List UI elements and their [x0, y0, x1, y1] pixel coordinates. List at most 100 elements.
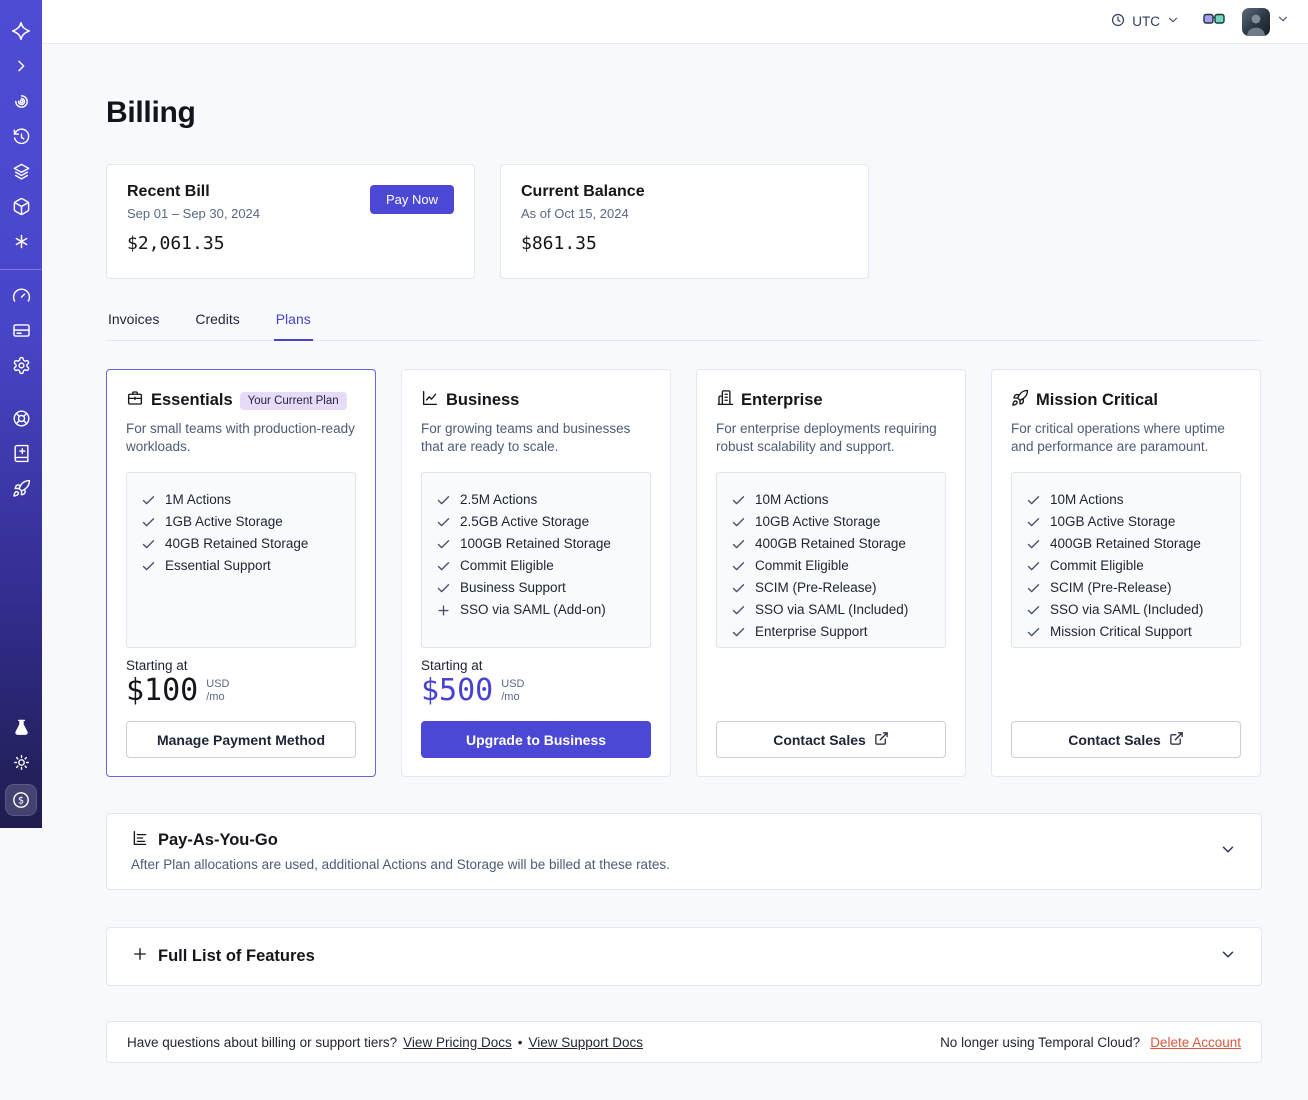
check-icon [1027, 583, 1040, 592]
plan-feature-item: SCIM (Pre-Release) [1026, 577, 1226, 599]
plan-feature-item: 2.5GB Active Storage [436, 511, 636, 533]
current-balance-card: Current Balance As of Oct 15, 2024 $861.… [500, 164, 869, 279]
footer-right-text: No longer using Temporal Cloud? [940, 1034, 1141, 1050]
plan-feature-box: 10M Actions 10GB Active Storage 400GB Reta… [1011, 472, 1241, 648]
getting-started-rocket-icon[interactable] [8, 475, 34, 501]
plan-feature-label: 10M Actions [1050, 492, 1124, 507]
plan-per: /mo [501, 691, 520, 703]
tab-invoices[interactable]: Invoices [106, 305, 161, 341]
summary-cards: Recent Bill Sep 01 – Sep 30, 2024 $2,061… [106, 164, 1262, 279]
plan-feature-item: SSO via SAML (Included) [1026, 599, 1226, 621]
support-lifebuoy-icon[interactable] [8, 405, 34, 431]
docs-book-icon[interactable] [8, 440, 34, 466]
tab-plans[interactable]: Plans [273, 305, 313, 341]
plan-feature-label: 400GB Retained Storage [755, 536, 906, 551]
schedules-icon[interactable] [8, 123, 34, 149]
current-balance-amount: $861.35 [521, 233, 597, 254]
external-link-icon [874, 731, 889, 749]
check-icon [732, 627, 745, 636]
plus-icon [131, 945, 149, 968]
plan-feature-label: Enterprise Support [755, 624, 868, 639]
plan-per: /mo [206, 691, 225, 703]
check-icon [1027, 495, 1040, 504]
view-pricing-docs-link[interactable]: View Pricing Docs [403, 1035, 512, 1050]
plan-description: For enterprise deployments requiring rob… [716, 421, 937, 454]
check-icon [437, 583, 450, 592]
view-support-docs-link[interactable]: View Support Docs [528, 1035, 643, 1050]
plan-feature-item: Mission Critical Support [1026, 621, 1226, 643]
svg-text:$: $ [18, 796, 24, 807]
plan-description: For small teams with production-ready wo… [126, 421, 355, 454]
billing-active-icon[interactable]: $ [5, 784, 37, 816]
contact-sales-button[interactable]: Contact Sales [1011, 721, 1241, 758]
pay-now-button[interactable]: Pay Now [369, 185, 454, 214]
plan-name: Mission Critical [1036, 391, 1158, 409]
bullet-separator: • [517, 1034, 523, 1050]
plan-feature-item: 10M Actions [1026, 489, 1226, 511]
plan-feature-label: SCIM (Pre-Release) [1050, 580, 1172, 595]
building-icon [716, 389, 734, 412]
billing-page: UTC $ Billing Recent Bill Sep 01 – Sep 3… [0, 0, 1308, 1100]
billing-card-icon[interactable] [8, 317, 34, 343]
plan-feature-item: Enterprise Support [731, 621, 931, 643]
pay-as-you-go-accordion[interactable]: Pay-As-You-Go After Plan allocations are… [106, 813, 1262, 890]
plan-feature-item: 2.5M Actions [436, 489, 636, 511]
plan-feature-label: 2.5GB Active Storage [460, 514, 590, 529]
plan-description: For growing teams and businesses that ar… [421, 421, 631, 454]
contact-sales-button[interactable]: Contact Sales [716, 721, 946, 758]
plan-card-essentials: Essentials Your Current Plan For small t… [106, 369, 376, 777]
plan-feature-item: SSO via SAML (Included) [731, 599, 931, 621]
plan-feature-label: SCIM (Pre-Release) [755, 580, 877, 595]
current-plan-badge: Your Current Plan [239, 391, 347, 410]
plan-price: $500 [421, 673, 494, 708]
top-bar: UTC [0, 0, 1308, 44]
timezone-label: UTC [1132, 14, 1160, 29]
plan-feature-item: SSO via SAML (Add-on) [436, 599, 636, 621]
delete-account-link[interactable]: Delete Account [1150, 1035, 1241, 1050]
deployments-box-icon[interactable] [8, 193, 34, 219]
footer-question: Have questions about billing or support … [127, 1034, 398, 1050]
plan-feature-item: 1M Actions [141, 489, 341, 511]
current-balance-title: Current Balance [521, 183, 645, 200]
settings-gear-icon[interactable] [8, 352, 34, 378]
plan-feature-label: 40GB Retained Storage [165, 536, 309, 551]
expand-sidebar-icon[interactable] [8, 53, 34, 79]
plan-feature-item: 40GB Retained Storage [141, 533, 341, 555]
payg-chart-icon [131, 829, 149, 852]
tab-credits[interactable]: Credits [193, 305, 241, 341]
usage-gauge-icon[interactable] [8, 282, 34, 308]
plan-feature-item: 400GB Retained Storage [731, 533, 931, 555]
starting-at-label: Starting at [421, 658, 483, 673]
plan-feature-item: 10M Actions [731, 489, 931, 511]
plan-feature-label: 10GB Active Storage [1050, 514, 1176, 529]
plan-currency: USD [501, 678, 525, 690]
plan-description: For critical operations where uptime and… [1011, 421, 1225, 454]
theme-sun-icon[interactable] [8, 749, 34, 775]
manage-payment-method-button[interactable]: Manage Payment Method [126, 721, 356, 758]
timezone-selector[interactable]: UTC [1104, 8, 1186, 35]
external-link-icon [1169, 731, 1184, 749]
plan-card-mission-critical: Mission Critical For critical operations… [991, 369, 1261, 777]
line-chart-icon [421, 389, 439, 412]
namespaces-icon[interactable] [8, 88, 34, 114]
chevron-down-icon[interactable] [1219, 945, 1237, 968]
feedback-glasses-button[interactable] [1200, 9, 1228, 35]
check-icon [732, 517, 745, 526]
plan-feature-item: Essential Support [141, 555, 341, 577]
footer-bar: Have questions about billing or support … [106, 1021, 1262, 1063]
upgrade-to-business-button[interactable]: Upgrade to Business [421, 721, 651, 758]
plan-name: Business [446, 391, 520, 409]
plan-feature-label: Commit Eligible [460, 558, 554, 573]
page-title: Billing [106, 96, 196, 129]
full-feature-list-accordion[interactable]: Full List of Features [106, 927, 1262, 986]
labs-flask-icon[interactable] [8, 714, 34, 740]
plan-feature-label: SSO via SAML (Included) [1050, 602, 1204, 617]
account-menu[interactable] [1242, 7, 1290, 36]
contact-sales-label: Contact Sales [1068, 731, 1161, 748]
check-icon [732, 583, 745, 592]
layers-icon[interactable] [8, 158, 34, 184]
nexus-asterisk-icon[interactable] [8, 228, 34, 254]
plan-card-business: Business For growing teams and businesse… [401, 369, 671, 777]
temporal-logo-icon[interactable] [8, 18, 34, 44]
chevron-down-icon[interactable] [1219, 840, 1237, 863]
